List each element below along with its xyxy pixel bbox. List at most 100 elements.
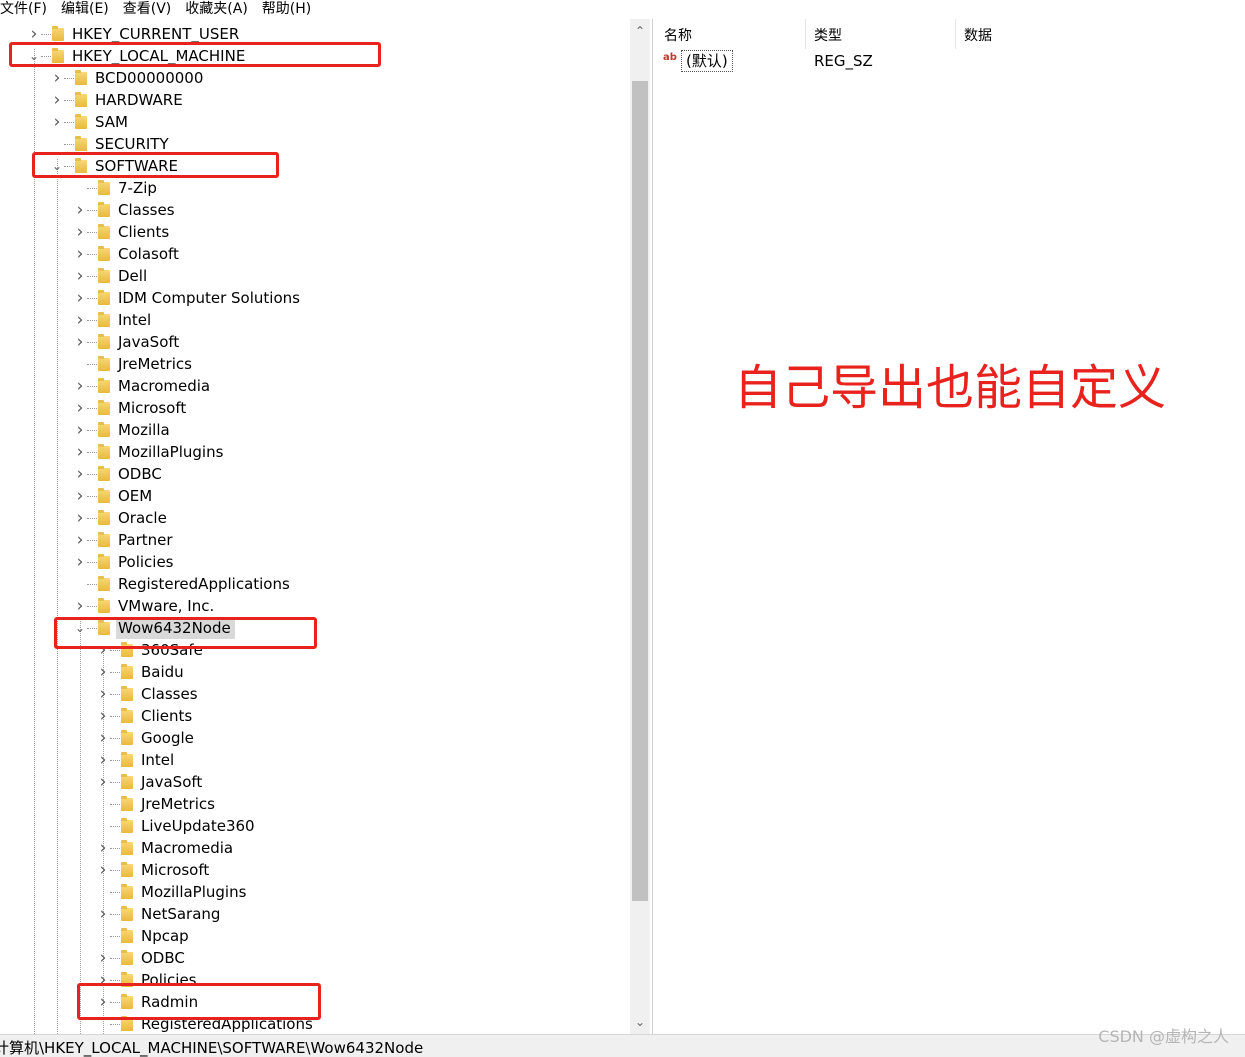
highlight-box-hklm xyxy=(9,42,381,67)
chevron-right-icon[interactable]: › xyxy=(73,287,87,309)
tree-node-label: Oracle xyxy=(118,509,167,527)
tree-node[interactable]: › Baidu xyxy=(0,661,628,683)
tree-node-label: NetSarang xyxy=(141,905,221,923)
chevron-right-icon[interactable]: › xyxy=(50,89,64,111)
tree-node[interactable]: › Oracle xyxy=(0,507,628,529)
tree-node[interactable]: › Colasoft xyxy=(0,243,628,265)
chevron-right-icon[interactable]: › xyxy=(50,67,64,89)
tree-node-label: ODBC xyxy=(141,949,185,967)
tree-node[interactable]: › HARDWARE xyxy=(0,89,628,111)
tree-node[interactable]: › SAM xyxy=(0,111,628,133)
tree-node[interactable]: MozillaPlugins xyxy=(0,881,628,903)
tree-connector xyxy=(110,936,120,937)
chevron-right-icon[interactable]: › xyxy=(73,309,87,331)
tree-node[interactable]: › Intel xyxy=(0,309,628,331)
folder-icon xyxy=(121,862,133,877)
chevron-right-icon[interactable]: › xyxy=(96,771,110,793)
chevron-right-icon[interactable]: › xyxy=(73,419,87,441)
tree-node[interactable]: › BCD00000000 xyxy=(0,67,628,89)
chevron-right-icon[interactable]: › xyxy=(73,595,87,617)
tree-node[interactable]: Npcap xyxy=(0,925,628,947)
tree-node[interactable]: › OEM xyxy=(0,485,628,507)
tree-node[interactable]: › Classes xyxy=(0,683,628,705)
chevron-right-icon[interactable]: › xyxy=(96,903,110,925)
tree-node[interactable]: JreMetrics xyxy=(0,793,628,815)
tree-scrollbar[interactable]: ⌃ ⌄ xyxy=(630,19,650,1034)
tree-node[interactable]: › Macromedia xyxy=(0,837,628,859)
column-type-header[interactable]: 类型 xyxy=(806,19,956,49)
tree-node[interactable]: › MozillaPlugins xyxy=(0,441,628,463)
chevron-right-icon[interactable]: › xyxy=(73,551,87,573)
chevron-right-icon[interactable]: › xyxy=(50,111,64,133)
chevron-right-icon[interactable]: › xyxy=(73,221,87,243)
scroll-down-icon[interactable]: ⌄ xyxy=(630,1012,650,1032)
folder-icon xyxy=(121,950,133,965)
folder-icon xyxy=(98,312,110,327)
tree-node[interactable]: › Classes xyxy=(0,199,628,221)
tree-node[interactable]: › JavaSoft xyxy=(0,771,628,793)
tree-node[interactable]: RegisteredApplications xyxy=(0,573,628,595)
chevron-right-icon[interactable]: › xyxy=(73,463,87,485)
chevron-right-icon[interactable]: › xyxy=(96,947,110,969)
highlight-box-wow6432node xyxy=(54,617,317,649)
tree-node[interactable]: JreMetrics xyxy=(0,353,628,375)
menu-item-0[interactable]: 文件(F) xyxy=(0,0,47,19)
tree-node[interactable]: › Policies xyxy=(0,551,628,573)
chevron-right-icon[interactable]: › xyxy=(96,683,110,705)
chevron-right-icon[interactable]: › xyxy=(73,441,87,463)
chevron-right-icon[interactable]: › xyxy=(73,375,87,397)
folder-icon xyxy=(121,730,133,745)
menu-item-2[interactable]: 查看(V) xyxy=(123,0,172,19)
tree-node[interactable]: › Partner xyxy=(0,529,628,551)
chevron-right-icon[interactable]: › xyxy=(96,837,110,859)
chevron-right-icon[interactable]: › xyxy=(96,705,110,727)
tree-node-label: Colasoft xyxy=(118,245,179,263)
tree-node-label: SAM xyxy=(95,113,129,131)
tree-node[interactable]: › Clients xyxy=(0,221,628,243)
tree-node[interactable]: › Google xyxy=(0,727,628,749)
chevron-right-icon[interactable]: › xyxy=(96,859,110,881)
chevron-right-icon[interactable]: › xyxy=(73,485,87,507)
menu-item-3[interactable]: 收藏夹(A) xyxy=(185,0,248,19)
tree-connector xyxy=(110,760,120,761)
folder-icon xyxy=(98,180,110,195)
tree-node-label: Dell xyxy=(118,267,148,285)
chevron-right-icon[interactable]: › xyxy=(73,529,87,551)
chevron-right-icon[interactable]: › xyxy=(73,507,87,529)
tree-node[interactable]: › JavaSoft xyxy=(0,331,628,353)
tree-node[interactable]: › Microsoft xyxy=(0,859,628,881)
scroll-up-icon[interactable]: ⌃ xyxy=(630,21,650,41)
tree-node[interactable]: 7-Zip xyxy=(0,177,628,199)
menu-item-4[interactable]: 帮助(H) xyxy=(262,0,311,19)
chevron-right-icon[interactable]: › xyxy=(73,265,87,287)
tree-node[interactable]: › Microsoft xyxy=(0,397,628,419)
tree-node[interactable]: › ODBC xyxy=(0,947,628,969)
tree-node[interactable]: › Clients xyxy=(0,705,628,727)
chevron-right-icon[interactable]: › xyxy=(96,727,110,749)
tree-node[interactable]: › Dell xyxy=(0,265,628,287)
tree-node[interactable]: › Macromedia xyxy=(0,375,628,397)
chevron-right-icon[interactable]: › xyxy=(73,243,87,265)
scroll-thumb[interactable] xyxy=(632,81,648,901)
tree-node[interactable]: LiveUpdate360 xyxy=(0,815,628,837)
tree-node[interactable]: › Mozilla xyxy=(0,419,628,441)
tree-node[interactable]: › Intel xyxy=(0,749,628,771)
chevron-right-icon[interactable]: › xyxy=(73,397,87,419)
tree-node[interactable]: › VMware, Inc. xyxy=(0,595,628,617)
tree-node[interactable]: › IDM Computer Solutions xyxy=(0,287,628,309)
chevron-right-icon[interactable]: › xyxy=(73,199,87,221)
folder-icon xyxy=(121,664,133,679)
tree-node[interactable]: › ODBC xyxy=(0,463,628,485)
folder-icon xyxy=(98,510,110,525)
chevron-right-icon[interactable]: › xyxy=(96,661,110,683)
watermark: CSDN @虚构之人 xyxy=(1098,1027,1229,1046)
chevron-right-icon[interactable]: › xyxy=(96,749,110,771)
chevron-right-icon[interactable]: › xyxy=(73,331,87,353)
tree-node-label: Policies xyxy=(118,553,174,571)
tree-node[interactable]: › NetSarang xyxy=(0,903,628,925)
menu-item-1[interactable]: 编辑(E) xyxy=(61,0,109,19)
column-data-header[interactable]: 数据 xyxy=(956,19,1245,49)
value-row-default[interactable]: ab (默认) REG_SZ xyxy=(656,49,1245,73)
column-name-header[interactable]: 名称 xyxy=(656,19,806,49)
folder-icon xyxy=(121,774,133,789)
